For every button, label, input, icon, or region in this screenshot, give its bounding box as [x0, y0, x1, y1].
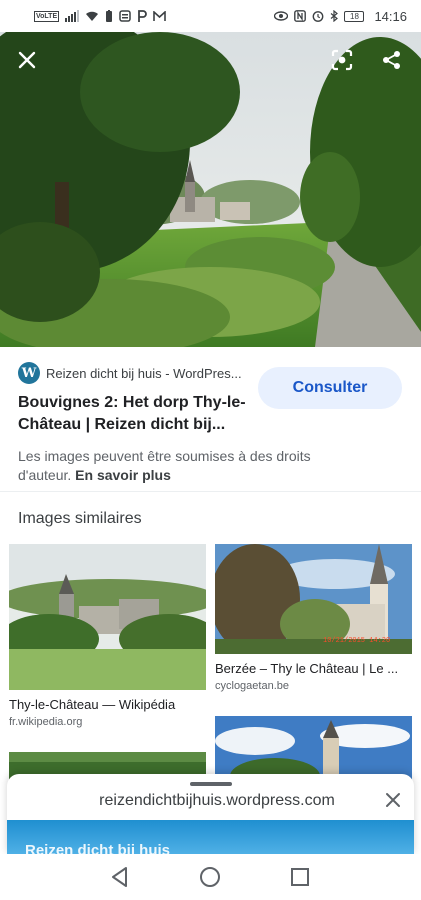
sheet-drag-handle[interactable]: [190, 782, 232, 786]
learn-more-link[interactable]: En savoir plus: [75, 467, 171, 483]
home-circle-icon: [200, 867, 220, 887]
card-domain: fr.wikipedia.org: [9, 716, 83, 728]
recents-square-icon: [291, 868, 309, 886]
eye-icon: [274, 9, 289, 23]
status-right: 18 14:16: [274, 9, 407, 24]
back-triangle-icon: [112, 867, 127, 887]
nav-recents-button[interactable]: [288, 865, 312, 889]
gmail-icon: [153, 9, 166, 23]
lens-button[interactable]: [328, 46, 356, 74]
volte-icon: VoLTE: [34, 10, 60, 22]
card-domain: cyclogaetan.be: [215, 680, 289, 692]
clock: 14:16: [374, 8, 407, 24]
source-name: Reizen dicht bij huis - WordPres...: [46, 365, 242, 381]
battery-icon: 18: [344, 10, 365, 22]
similar-card[interactable]: [215, 716, 412, 782]
result-title[interactable]: Bouvignes 2: Het dorp Thy-le-Château | R…: [18, 392, 258, 436]
landscape-photo: [0, 32, 421, 347]
wifi-icon: [85, 9, 99, 23]
card-thumbnail: [9, 544, 206, 690]
site-preview-sheet[interactable]: reizendichtbijhuis.wordpress.com Reizen …: [7, 774, 414, 854]
system-nav-bar: [0, 854, 421, 900]
nav-home-button[interactable]: [198, 865, 222, 889]
sheet-preview-title: Reizen dicht bij huis: [25, 842, 171, 854]
source-row[interactable]: W Reizen dicht bij huis - WordPres...: [18, 362, 246, 384]
card-thumbnail: [215, 716, 412, 782]
alarm-icon: [312, 9, 324, 23]
parking-icon: [137, 9, 147, 23]
share-button[interactable]: [378, 46, 406, 74]
sheet-close-button[interactable]: [381, 788, 405, 812]
close-button[interactable]: [13, 46, 41, 74]
copyright-notice: Les images peuvent être soumises à des d…: [18, 447, 358, 485]
similar-card[interactable]: 10/21/2015 14:20 Berzée – Thy le Château…: [215, 544, 412, 692]
wordpress-icon: W: [18, 362, 40, 384]
status-left: VoLTE: [34, 9, 166, 23]
lens-icon: [331, 49, 353, 71]
battery-saver-icon: [105, 9, 113, 23]
nfc-icon: [294, 9, 307, 23]
similar-card[interactable]: Thy-le-Château — Wikipédia fr.wikipedia.…: [9, 544, 206, 728]
close-icon: [18, 51, 36, 69]
notification-icon: [119, 9, 131, 23]
svg-text:10/21/2015 14:20: 10/21/2015 14:20: [323, 637, 390, 645]
card-thumbnail: 10/21/2015 14:20: [215, 544, 412, 654]
card-title: Berzée – Thy le Château | Le ...: [215, 661, 399, 676]
result-info: W Reizen dicht bij huis - WordPres... Co…: [0, 347, 421, 492]
sheet-page-preview: Reizen dicht bij huis: [7, 820, 414, 854]
signal-icon: [65, 9, 80, 23]
hero-image[interactable]: [0, 32, 421, 347]
sheet-url: reizendichtbijhuis.wordpress.com: [99, 792, 335, 809]
similar-images-heading: Images similaires: [18, 510, 142, 527]
consult-button[interactable]: Consulter: [258, 367, 402, 409]
bluetooth-icon: [330, 9, 339, 23]
share-icon: [383, 51, 400, 69]
card-title: Thy-le-Château — Wikipédia: [9, 697, 176, 712]
status-bar: VoLTE 18 14:16: [0, 0, 421, 32]
close-icon: [386, 793, 400, 807]
nav-back-button[interactable]: [108, 865, 132, 889]
